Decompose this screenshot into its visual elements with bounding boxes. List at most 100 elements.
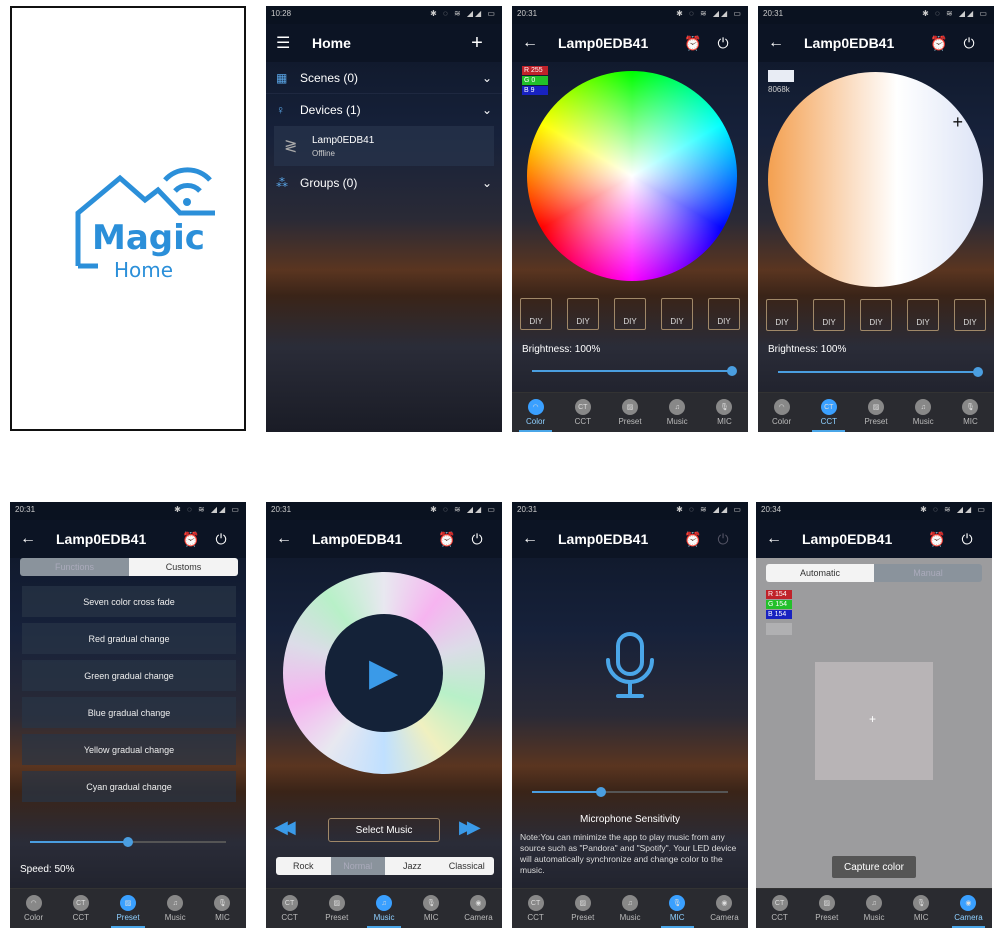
back-icon[interactable]: ← <box>20 530 48 548</box>
back-icon[interactable]: ← <box>276 530 304 548</box>
tab-mic[interactable]: 🎙 MIC <box>408 889 455 928</box>
speed-slider[interactable] <box>30 837 226 847</box>
mic-sensitivity-slider[interactable] <box>532 787 728 797</box>
diy-button[interactable]: DIY <box>520 298 552 330</box>
tab-preset[interactable]: ▨ Preset <box>313 889 360 928</box>
alarm-icon[interactable]: ⏰ <box>432 531 462 548</box>
preset-item[interactable]: Blue gradual change <box>22 697 236 728</box>
add-icon[interactable]: + <box>462 32 492 55</box>
tab-camera[interactable]: ◉ Camera <box>945 889 992 928</box>
section-devices[interactable]: ♀ Devices (1) ⌄ <box>266 94 502 126</box>
power-icon[interactable]: ⏻ <box>462 531 492 548</box>
alarm-icon[interactable]: ⏰ <box>678 531 708 548</box>
tab-color[interactable]: ◠ Color <box>512 393 559 432</box>
power-icon[interactable]: ⏻ <box>708 531 738 548</box>
bottom-tabbar: CT CCT ▨ Preset ♫ Music 🎙 MIC ◉ Camera <box>512 888 748 928</box>
brightness-slider[interactable] <box>778 367 983 377</box>
tab-functions[interactable]: Functions <box>20 558 129 576</box>
forward-button[interactable]: ▶▶ <box>459 817 481 838</box>
color-wheel[interactable] <box>527 71 737 281</box>
preset-icon: ▨ <box>818 895 835 911</box>
tab-cct[interactable]: CT CCT <box>57 889 104 928</box>
power-icon[interactable]: ⏻ <box>954 35 984 52</box>
back-icon[interactable]: ← <box>768 34 796 52</box>
tab-preset[interactable]: ▨ Preset <box>104 889 151 928</box>
tab-cct[interactable]: CT CCT <box>266 889 313 928</box>
tab-camera[interactable]: ◉ Camera <box>455 889 502 928</box>
tab-mic[interactable]: 🎙 MIC <box>898 889 945 928</box>
tab-music[interactable]: ♫ Music <box>654 393 701 432</box>
mic-icon: 🎙 <box>913 895 930 911</box>
power-icon[interactable]: ⏻ <box>952 531 982 548</box>
select-music-button[interactable]: Select Music <box>328 818 440 842</box>
play-button[interactable]: ▶ <box>369 650 398 695</box>
tab-music[interactable]: ♫ Music <box>152 889 199 928</box>
diy-button[interactable]: DIY <box>766 299 798 331</box>
splash-screen: Magic Home <box>10 6 246 431</box>
diy-button[interactable]: DIY <box>567 298 599 330</box>
diy-button[interactable]: DIY <box>708 298 740 330</box>
back-icon[interactable]: ← <box>522 530 550 548</box>
power-icon[interactable]: ⏻ <box>206 531 236 548</box>
preset-item[interactable]: Cyan gradual change <box>22 771 236 802</box>
tab-mic[interactable]: 🎙 MIC <box>654 889 701 928</box>
capture-area[interactable]: + <box>815 662 933 780</box>
tab-mic[interactable]: 🎙 MIC <box>199 889 246 928</box>
tab-cct[interactable]: CT CCT <box>805 393 852 432</box>
section-scenes[interactable]: ▦ Scenes (0) ⌄ <box>266 62 502 94</box>
diy-button[interactable]: DIY <box>907 299 939 331</box>
tab-preset[interactable]: ▨ Preset <box>852 393 899 432</box>
section-groups[interactable]: ⁂ Groups (0) ⌄ <box>266 166 502 200</box>
alarm-icon[interactable]: ⏰ <box>678 35 708 52</box>
tab-camera[interactable]: ◉ Camera <box>701 889 748 928</box>
diy-button[interactable]: DIY <box>661 298 693 330</box>
diy-button[interactable]: DIY <box>813 299 845 331</box>
tab-cct[interactable]: CT CCT <box>756 889 803 928</box>
tab-color[interactable]: ◠ Color <box>758 393 805 432</box>
brightness-slider[interactable] <box>532 366 737 376</box>
tab-mic[interactable]: 🎙 MIC <box>701 393 748 432</box>
alarm-icon[interactable]: ⏰ <box>924 35 954 52</box>
clock: 10:28 <box>271 9 292 18</box>
tab-preset[interactable]: ▨ Preset <box>606 393 653 432</box>
tab-customs[interactable]: Customs <box>129 558 238 576</box>
preset-item[interactable]: Seven color cross fade <box>22 586 236 617</box>
tab-preset[interactable]: ▨ Preset <box>559 889 606 928</box>
preset-item[interactable]: Yellow gradual change <box>22 734 236 765</box>
tab-cct[interactable]: CT CCT <box>559 393 606 432</box>
menu-icon[interactable]: ☰ <box>276 33 304 53</box>
genre-normal[interactable]: Normal <box>330 857 385 875</box>
tab-label: CCT <box>281 913 298 922</box>
tab-color[interactable]: ◠ Color <box>10 889 57 928</box>
tab-automatic[interactable]: Automatic <box>766 564 874 582</box>
color-icon: ◠ <box>527 399 544 415</box>
device-item[interactable]: ≷ Lamp0EDB41 Offline <box>274 126 494 166</box>
genre-rock[interactable]: Rock <box>276 857 331 875</box>
diy-button[interactable]: DIY <box>954 299 986 331</box>
alarm-icon[interactable]: ⏰ <box>176 531 206 548</box>
genre-jazz[interactable]: Jazz <box>385 857 440 875</box>
diy-button[interactable]: DIY <box>614 298 646 330</box>
alarm-icon[interactable]: ⏰ <box>922 531 952 548</box>
back-icon[interactable]: ← <box>766 530 794 548</box>
capture-color-button[interactable]: Capture color <box>832 856 916 878</box>
preset-item[interactable]: Red gradual change <box>22 623 236 654</box>
rewind-button[interactable]: ◀◀ <box>274 817 296 838</box>
tab-manual[interactable]: Manual <box>874 564 982 582</box>
tab-music[interactable]: ♫ Music <box>900 393 947 432</box>
status-bar: 10:28 ✱ ◌ ≋ ◢◢ ▭ <box>266 6 502 24</box>
power-icon[interactable]: ⏻ <box>708 35 738 52</box>
back-icon[interactable]: ← <box>522 34 550 52</box>
tab-music[interactable]: ♫ Music <box>360 889 407 928</box>
cct-wheel[interactable]: + <box>768 72 983 287</box>
scenes-icon: ▦ <box>276 70 288 85</box>
tab-music[interactable]: ♫ Music <box>850 889 897 928</box>
tab-music[interactable]: ♫ Music <box>606 889 653 928</box>
diy-button[interactable]: DIY <box>860 299 892 331</box>
preset-item[interactable]: Green gradual change <box>22 660 236 691</box>
preset-icon: ▨ <box>120 895 136 911</box>
genre-classical[interactable]: Classical <box>439 857 494 875</box>
tab-mic[interactable]: 🎙 MIC <box>947 393 994 432</box>
tab-cct[interactable]: CT CCT <box>512 889 559 928</box>
tab-preset[interactable]: ▨ Preset <box>803 889 850 928</box>
